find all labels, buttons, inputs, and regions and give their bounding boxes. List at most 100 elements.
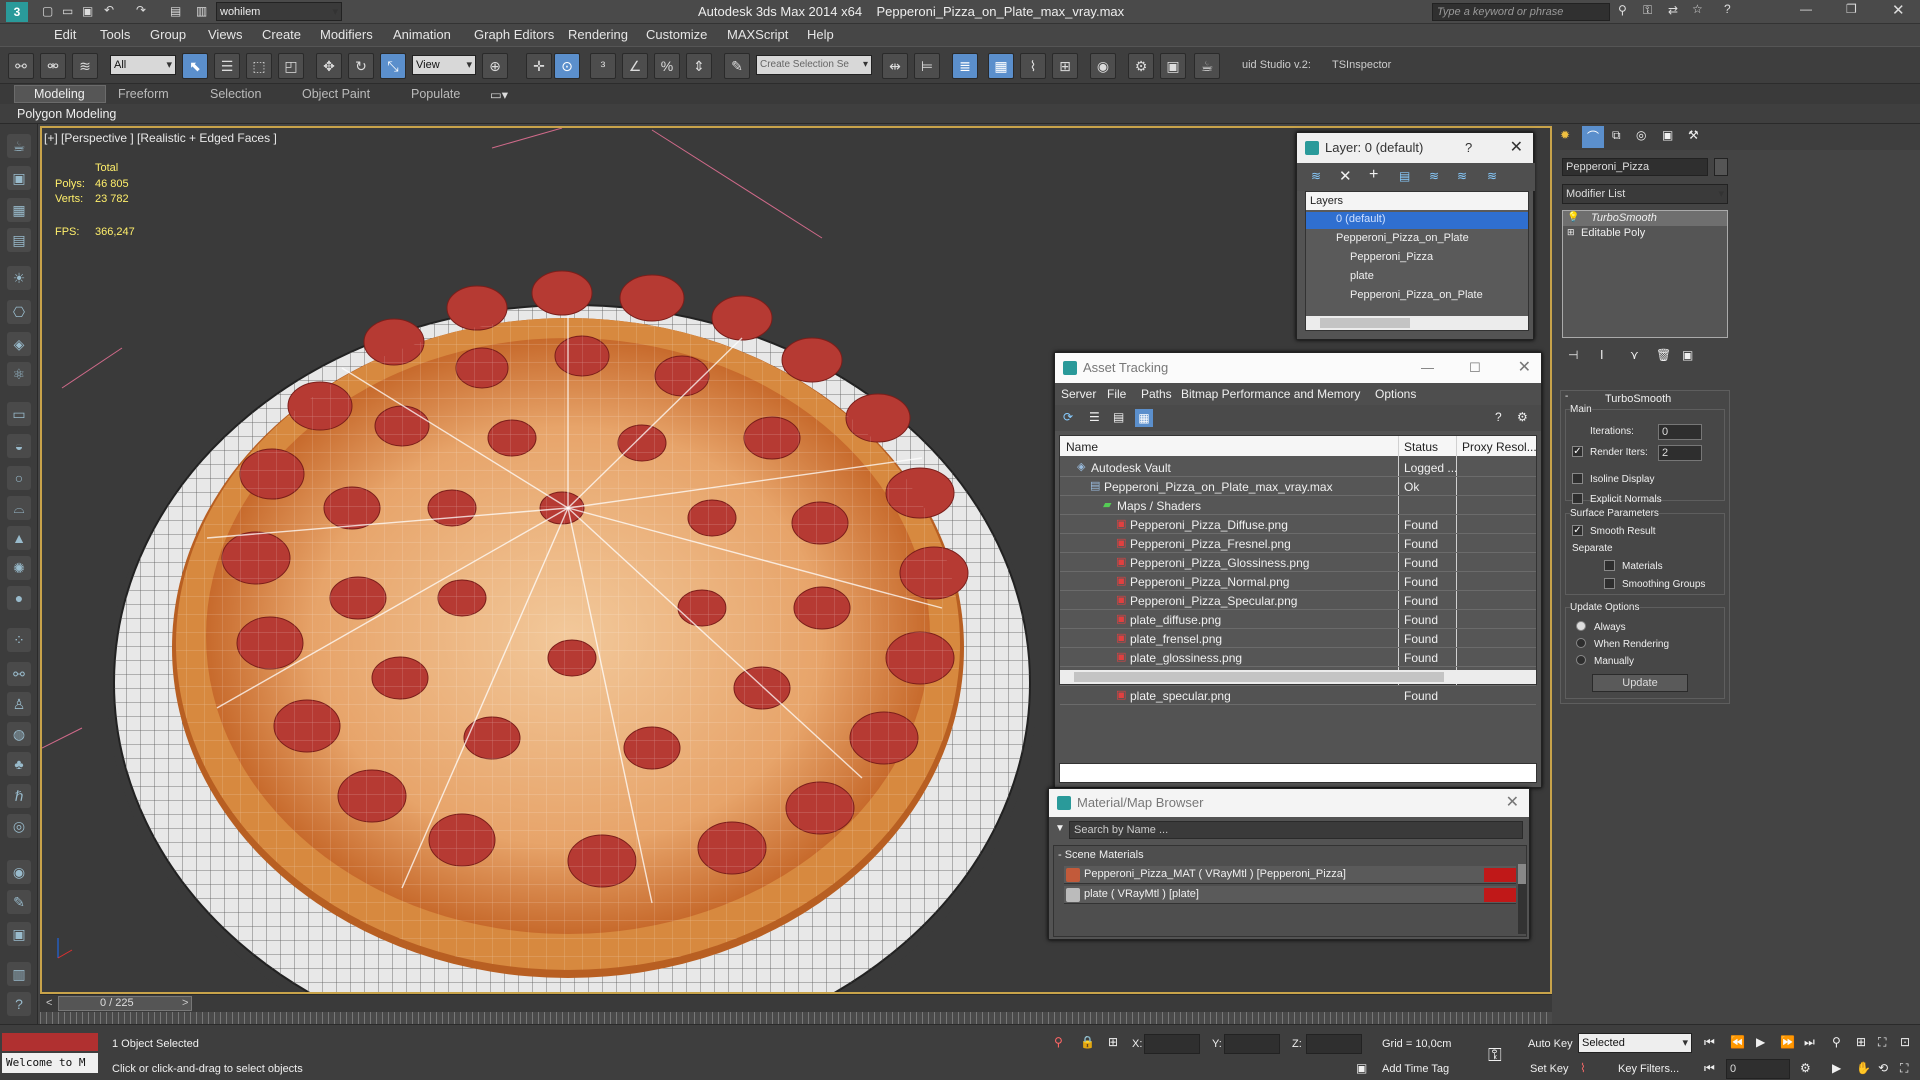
schematic-view-icon[interactable]: ⊞ xyxy=(1052,53,1078,79)
layer-item[interactable]: plate xyxy=(1350,270,1374,282)
material-editor-icon[interactable]: ◉ xyxy=(1090,53,1116,79)
ribbon-tab-object-paint[interactable]: Object Paint xyxy=(302,87,370,101)
object-name-field[interactable]: Pepperoni_Pizza xyxy=(1562,158,1708,176)
asset-row[interactable]: ◈ Autodesk Vault Logged ... xyxy=(1060,458,1536,477)
restore-icon[interactable]: ❐ xyxy=(1846,2,1857,16)
material-browser-close-icon[interactable]: ✕ xyxy=(1506,789,1519,817)
asset-col-name[interactable]: Name xyxy=(1066,440,1098,454)
pipe-icon[interactable]: ⚯ xyxy=(7,662,31,686)
scene-materials-header[interactable]: - Scene Materials xyxy=(1058,849,1144,861)
modify-tab-icon[interactable]: ⌒ xyxy=(1582,126,1604,148)
set-key-button[interactable]: Set Key xyxy=(1530,1063,1569,1075)
render-setup-icon[interactable]: ⚙ xyxy=(1128,53,1154,79)
percent-snap-icon[interactable]: % xyxy=(654,53,680,79)
utilities-tab-icon[interactable]: ⚒ xyxy=(1688,128,1699,142)
asset-tracking-titlebar[interactable]: Asset Tracking — ☐ ✕ xyxy=(1055,353,1541,383)
asset-row[interactable]: ▣ Pepperoni_Pizza_Fresnel.png Found xyxy=(1060,534,1536,553)
select-by-name-icon[interactable]: ☰ xyxy=(214,53,240,79)
sphere-icon[interactable]: ○ xyxy=(7,466,31,490)
asset-menu-server[interactable]: Server xyxy=(1061,387,1096,401)
turbosmooth-rollout-title[interactable]: TurboSmooth xyxy=(1605,393,1671,405)
world-icon[interactable]: ◉ xyxy=(7,860,31,884)
stack-item-turbosmooth[interactable]: TurboSmooth xyxy=(1591,212,1657,224)
manually-radio[interactable] xyxy=(1576,655,1592,666)
menu-animation[interactable]: Animation xyxy=(393,27,451,42)
asset-maximize-icon[interactable]: ☐ xyxy=(1469,353,1481,383)
asset-row[interactable]: ▣ plate_glossiness.png Found xyxy=(1060,648,1536,667)
fetch-icon[interactable]: ▥ xyxy=(196,4,207,18)
scale-icon[interactable]: ⤡ xyxy=(380,53,406,79)
auto-key-button[interactable]: Auto Key xyxy=(1528,1038,1573,1050)
shell-icon[interactable]: ◎ xyxy=(7,814,31,838)
motion-tab-icon[interactable]: ◎ xyxy=(1636,128,1646,142)
ribbon-tab-populate[interactable]: Populate xyxy=(411,87,460,101)
binoculars-icon[interactable]: ⚲ xyxy=(1618,3,1627,17)
menu-graph-editors[interactable]: Graph Editors xyxy=(474,27,554,42)
pin-stack-icon[interactable]: ⊣ xyxy=(1568,348,1578,362)
named-selection-dropdown[interactable]: Create Selection Se xyxy=(756,55,872,75)
explicit-normals-checkbox[interactable] xyxy=(1572,493,1589,504)
absolute-mode-icon[interactable]: ⊞ xyxy=(1108,1035,1118,1049)
globe-icon[interactable]: ◍ xyxy=(7,722,31,746)
material-row[interactable]: Pepperoni_Pizza_MAT ( VRayMtl ) [Peppero… xyxy=(1064,866,1516,884)
star-icon[interactable]: ☆ xyxy=(1692,2,1703,16)
grid-icon[interactable]: ▤ xyxy=(7,228,31,252)
layer-freeze-icon[interactable]: ≋ xyxy=(1487,169,1497,183)
asset-list-icon[interactable]: ☰ xyxy=(1089,410,1100,424)
asset-minimize-icon[interactable]: — xyxy=(1421,353,1434,383)
bind-spacewarp-icon[interactable]: ≋ xyxy=(72,53,98,79)
z-coord-field[interactable] xyxy=(1306,1034,1362,1054)
stack-expand-icon[interactable]: ⊞ xyxy=(1567,227,1575,238)
menu-group[interactable]: Group xyxy=(150,27,186,42)
time-next-icon[interactable]: > xyxy=(182,997,188,1009)
mirror-icon[interactable]: ⇹ xyxy=(882,53,908,79)
layer-hide-icon[interactable]: ≋ xyxy=(1457,169,1467,183)
plant-icon[interactable]: ♣ xyxy=(7,752,31,776)
polygon-modeling-panel[interactable]: Polygon Modeling xyxy=(17,107,116,121)
hold-icon[interactable]: ▤ xyxy=(170,4,181,18)
pan-icon[interactable]: ✋ xyxy=(1856,1061,1871,1075)
minimize-icon[interactable]: — xyxy=(1800,2,1812,16)
teapot-icon[interactable]: ☕ xyxy=(7,134,31,158)
close-icon[interactable]: ✕ xyxy=(1892,1,1905,19)
menu-views[interactable]: Views xyxy=(208,27,242,42)
object-color-swatch[interactable] xyxy=(1714,158,1728,176)
snaps-toggle-icon[interactable]: ³ xyxy=(590,53,616,79)
prev-frame-icon[interactable]: ⏪ xyxy=(1730,1035,1745,1049)
menu-customize[interactable]: Customize xyxy=(646,27,707,42)
material-search-input[interactable]: Search by Name ... xyxy=(1069,821,1523,839)
layer-highlight-icon[interactable]: ≋ xyxy=(1429,169,1439,183)
layer-manager-icon[interactable]: ≣ xyxy=(952,53,978,79)
create-tab-icon[interactable]: ✹ xyxy=(1560,128,1570,142)
update-button[interactable]: Update xyxy=(1592,674,1688,692)
quick-save-icon[interactable]: ▣ xyxy=(82,4,93,18)
app-logo-icon[interactable]: 3 xyxy=(6,2,28,22)
configure-sets-icon[interactable]: ▣ xyxy=(1682,348,1693,362)
viewport-label[interactable]: [+] [Perspective ] [Realistic + Edged Fa… xyxy=(44,131,277,145)
reference-coord-dropdown[interactable]: View xyxy=(412,55,476,75)
key-filters-button[interactable]: Key Filters... xyxy=(1618,1063,1679,1075)
current-frame-field[interactable]: 0 xyxy=(1726,1059,1790,1079)
menu-create[interactable]: Create xyxy=(262,27,301,42)
selection-filter-dropdown[interactable]: All xyxy=(110,55,176,75)
asset-path-field[interactable] xyxy=(1059,763,1537,783)
isoline-checkbox[interactable] xyxy=(1572,473,1589,484)
archive-icon[interactable]: ▥ xyxy=(7,962,31,986)
hair-icon[interactable]: ℏ xyxy=(7,784,31,808)
orbit-icon[interactable]: ⟲ xyxy=(1878,1061,1888,1075)
asset-hscrollbar[interactable] xyxy=(1060,670,1536,684)
remove-modifier-icon[interactable]: 🗑 xyxy=(1656,348,1671,362)
cone-icon[interactable]: ▲ xyxy=(7,526,31,550)
spinner-snap-icon[interactable]: ⇕ xyxy=(686,53,712,79)
maxscript-listener[interactable]: Welcome to M xyxy=(2,1053,98,1073)
zoom-extents-icon[interactable]: ⛶ xyxy=(1878,1035,1886,1050)
asset-row[interactable]: ▤ Pepperoni_Pizza_on_Plate_max_vray.max Ok xyxy=(1060,477,1536,496)
hierarchy-tab-icon[interactable]: ⧉ xyxy=(1612,128,1621,143)
asset-row[interactable]: ▣ Pepperoni_Pizza_Normal.png Found xyxy=(1060,572,1536,591)
window-crossing-icon[interactable]: ◰ xyxy=(278,53,304,79)
edit-named-sets-icon[interactable]: ✎ xyxy=(724,53,750,79)
material-icon[interactable]: ▦ xyxy=(7,198,31,222)
quick-open-icon[interactable]: ▭ xyxy=(62,4,73,18)
time-slider[interactable]: < 0 / 225 > xyxy=(40,994,1552,1012)
pivot-center-icon[interactable]: ⊕ xyxy=(482,53,508,79)
